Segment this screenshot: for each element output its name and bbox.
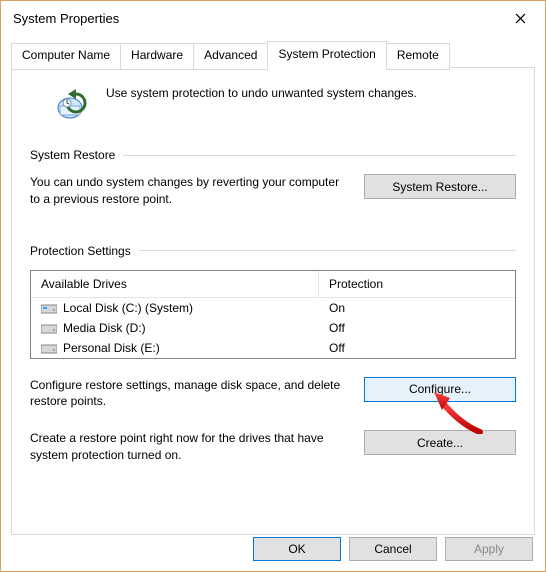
- create-button[interactable]: Create...: [364, 430, 516, 455]
- table-header: Available Drives Protection: [31, 271, 515, 298]
- divider: [139, 250, 516, 251]
- tab-hardware[interactable]: Hardware: [120, 43, 194, 70]
- table-body: Local Disk (C:) (System) On Media Disk (…: [31, 298, 515, 358]
- close-icon: [515, 13, 526, 24]
- tabstrip: Computer Name Hardware Advanced System P…: [11, 41, 535, 68]
- restore-text: You can undo system changes by reverting…: [30, 174, 348, 208]
- table-row[interactable]: Local Disk (C:) (System) On: [31, 298, 515, 318]
- close-button[interactable]: [499, 4, 541, 32]
- drive-icon: [41, 322, 57, 334]
- configure-row: Configure restore settings, manage disk …: [30, 377, 516, 411]
- restore-shield-icon: [54, 86, 94, 120]
- create-text: Create a restore point right now for the…: [30, 430, 348, 464]
- drives-table: Available Drives Protection Local Disk (…: [30, 270, 516, 359]
- tab-system-protection[interactable]: System Protection: [267, 41, 386, 68]
- section-system-restore: System Restore: [30, 148, 516, 162]
- system-restore-button[interactable]: System Restore...: [364, 174, 516, 199]
- section-label: System Restore: [30, 148, 123, 162]
- dialog-body: Computer Name Hardware Advanced System P…: [1, 35, 545, 535]
- table-row[interactable]: Personal Disk (E:) Off: [31, 338, 515, 358]
- system-properties-window: System Properties Computer Name Hardware…: [0, 0, 546, 572]
- drive-name: Personal Disk (E:): [63, 341, 160, 355]
- drive-name: Local Disk (C:) (System): [63, 301, 193, 315]
- dialog-footer: OK Cancel Apply: [253, 537, 533, 561]
- window-title: System Properties: [13, 11, 499, 26]
- section-label: Protection Settings: [30, 244, 139, 258]
- tab-remote[interactable]: Remote: [386, 43, 450, 70]
- tab-computer-name[interactable]: Computer Name: [11, 43, 121, 70]
- configure-text: Configure restore settings, manage disk …: [30, 377, 348, 411]
- tab-advanced[interactable]: Advanced: [193, 43, 268, 70]
- drive-protection: Off: [329, 321, 345, 335]
- ok-button[interactable]: OK: [253, 537, 341, 561]
- intro-row: Use system protection to undo unwanted s…: [30, 82, 516, 126]
- intro-text: Use system protection to undo unwanted s…: [106, 86, 417, 100]
- cancel-button[interactable]: Cancel: [349, 537, 437, 561]
- drive-icon: [41, 342, 57, 354]
- table-row[interactable]: Media Disk (D:) Off: [31, 318, 515, 338]
- col-available-drives[interactable]: Available Drives: [31, 271, 319, 298]
- section-protection-settings: Protection Settings: [30, 244, 516, 258]
- tab-panel: Use system protection to undo unwanted s…: [11, 67, 535, 535]
- restore-row: You can undo system changes by reverting…: [30, 174, 516, 208]
- create-row: Create a restore point right now for the…: [30, 430, 516, 464]
- drive-name: Media Disk (D:): [63, 321, 146, 335]
- col-protection[interactable]: Protection: [319, 271, 515, 298]
- apply-button[interactable]: Apply: [445, 537, 533, 561]
- drive-protection: On: [329, 301, 345, 315]
- drive-icon: [41, 302, 57, 314]
- divider: [123, 155, 516, 156]
- drive-protection: Off: [329, 341, 345, 355]
- titlebar: System Properties: [1, 1, 545, 35]
- configure-button[interactable]: Configure...: [364, 377, 516, 402]
